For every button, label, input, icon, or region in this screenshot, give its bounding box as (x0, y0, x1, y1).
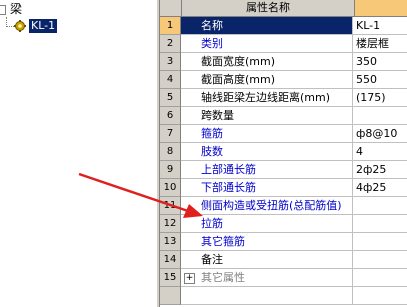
table-row[interactable]: 1 名称 KL-1 (160, 17, 407, 35)
property-name: 轴线距梁左边线距离(mm) (181, 89, 353, 107)
property-value[interactable] (353, 197, 407, 215)
property-value[interactable]: ф8@10 (353, 125, 407, 143)
property-name: 箍筋 (181, 125, 353, 143)
property-name: 备注 (181, 251, 353, 269)
table-row[interactable]: 15 其它属性 (160, 269, 407, 287)
property-value[interactable]: 楼层框 (353, 35, 407, 53)
row-number: 2 (160, 35, 181, 53)
property-value[interactable]: 4 (353, 143, 407, 161)
table-row[interactable]: 14 备注 (160, 251, 407, 269)
property-name: 侧面构造或受扭筋(总配筋值) (181, 197, 353, 215)
property-value[interactable]: 4ф25 (353, 179, 407, 197)
table-row[interactable]: 11 侧面构造或受扭筋(总配筋值) (160, 197, 407, 215)
row-number: 12 (160, 215, 181, 233)
table-row[interactable]: 2 类别 楼层框 (160, 35, 407, 53)
grid-header: 属性名称 (160, 0, 407, 17)
property-name: 跨数量 (181, 107, 353, 125)
tree-root-beam[interactable]: 梁 (0, 1, 22, 17)
property-name-text: 肢数 (201, 144, 223, 158)
property-name-text: 类别 (201, 36, 223, 50)
table-row[interactable]: 10 下部通长筋 4ф25 (160, 179, 407, 197)
table-row[interactable]: 13 其它箍筋 (160, 233, 407, 251)
row-number: 9 (160, 161, 181, 179)
collapse-icon[interactable] (0, 5, 6, 15)
property-name: 类别 (181, 35, 353, 53)
row-number: 4 (160, 71, 181, 89)
property-value[interactable] (353, 251, 407, 269)
row-number: 10 (160, 179, 181, 197)
table-row[interactable]: 3 截面宽度(mm) 350 (160, 53, 407, 71)
gear-icon (14, 20, 26, 32)
table-row[interactable]: 5 轴线距梁左边线距离(mm) (175) (160, 89, 407, 107)
property-name-text: 侧面构造或受扭筋(总配筋值) (201, 198, 342, 212)
row-number: 13 (160, 233, 181, 251)
property-name-text: 截面宽度(mm) (201, 54, 276, 68)
property-name: 其它属性 (181, 269, 353, 287)
property-name: 下部通长筋 (181, 179, 353, 197)
table-row[interactable]: 8 肢数 4 (160, 143, 407, 161)
property-value[interactable]: KL-1 (353, 17, 407, 35)
row-number: 3 (160, 53, 181, 71)
table-row[interactable]: 6 跨数量 (160, 107, 407, 125)
property-name-text: 轴线距梁左边线距离(mm) (201, 90, 331, 104)
property-grid: 属性名称 1 名称 KL-1 2 类别 楼层框 3 截面宽度(mm) 350 4… (159, 0, 407, 307)
property-value[interactable] (353, 269, 407, 287)
tree-item-kl1[interactable]: KL-1 (14, 18, 58, 34)
row-number: 6 (160, 107, 181, 125)
property-value[interactable] (353, 233, 407, 251)
property-value[interactable]: (175) (353, 89, 407, 107)
property-name-text: 截面高度(mm) (201, 72, 276, 86)
row-number: 7 (160, 125, 181, 143)
property-name-text: 上部通长筋 (201, 162, 256, 176)
property-value[interactable] (353, 287, 407, 305)
property-name: 截面高度(mm) (181, 71, 353, 89)
table-row[interactable]: 4 截面高度(mm) 550 (160, 71, 407, 89)
tree-item-label: KL-1 (29, 19, 58, 33)
header-corner (160, 0, 182, 17)
property-name (181, 287, 353, 305)
table-row[interactable]: 9 上部通长筋 2ф25 (160, 161, 407, 179)
table-row[interactable]: 12 拉筋 (160, 215, 407, 233)
property-name-text: 备注 (201, 252, 223, 266)
property-value[interactable]: 550 (353, 71, 407, 89)
property-name-text: 名称 (201, 18, 223, 32)
row-number (160, 287, 181, 305)
property-value[interactable] (353, 215, 407, 233)
property-name-text: 跨数量 (201, 108, 234, 122)
property-name: 肢数 (181, 143, 353, 161)
property-value[interactable] (353, 107, 407, 125)
property-name: 其它箍筋 (181, 233, 353, 251)
tree-pane: 梁 KL-1 (0, 0, 156, 307)
property-name-text: 拉筋 (201, 216, 223, 230)
property-name: 截面宽度(mm) (181, 53, 353, 71)
header-property-name[interactable]: 属性名称 (182, 0, 355, 17)
row-number: 5 (160, 89, 181, 107)
property-name-text: 下部通长筋 (201, 180, 256, 194)
row-number: 1 (160, 17, 181, 35)
tree-connector (6, 26, 14, 27)
property-name-text: 箍筋 (201, 126, 223, 140)
property-name-text: 其它箍筋 (201, 234, 245, 248)
row-number: 11 (160, 197, 181, 215)
row-number: 8 (160, 143, 181, 161)
property-name: 名称 (181, 17, 353, 35)
property-value[interactable]: 350 (353, 53, 407, 71)
table-row[interactable] (160, 287, 407, 305)
expand-icon[interactable]: + (184, 273, 195, 284)
table-row[interactable]: 7 箍筋 ф8@10 (160, 125, 407, 143)
header-property-value[interactable] (355, 0, 407, 17)
property-name: 上部通长筋 (181, 161, 353, 179)
row-number: 15 (160, 269, 181, 287)
property-value[interactable]: 2ф25 (353, 161, 407, 179)
property-name: 拉筋 (181, 215, 353, 233)
row-number: 14 (160, 251, 181, 269)
